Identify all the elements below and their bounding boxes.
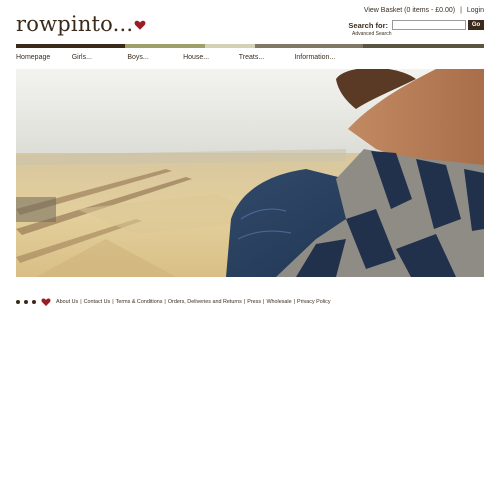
footer-link-about-us[interactable]: About Us (56, 299, 78, 305)
footer-separator: | (243, 299, 246, 305)
footer-link-press[interactable]: Press (247, 299, 261, 305)
color-bar-segment (363, 44, 484, 48)
footer-link-wholesale[interactable]: Wholesale (266, 299, 291, 305)
link-separator: | (460, 7, 462, 14)
color-bar-segment (125, 44, 205, 48)
login-link[interactable]: Login (467, 7, 484, 14)
footer-dot (16, 300, 20, 304)
color-bar-segment (255, 44, 363, 48)
view-basket-link[interactable]: View Basket (0 items - £0.00) (364, 7, 455, 14)
nav-item-girls[interactable]: Girls... (72, 53, 128, 63)
footer-link-privacy[interactable]: Privacy Policy (297, 299, 331, 305)
search-form: Search for: Go (348, 20, 484, 30)
decorative-color-bar (16, 44, 484, 48)
nav-item-homepage[interactable]: Homepage (16, 53, 72, 63)
footer-link-orders[interactable]: Orders, Deliveries and Returns (168, 299, 242, 305)
site-logo[interactable]: rowpinto... (16, 12, 146, 36)
footer-link-terms[interactable]: Terms & Conditions (116, 299, 163, 305)
nav-item-treats[interactable]: Treats... (239, 53, 295, 63)
search-input[interactable] (392, 20, 466, 30)
footer-separator: | (293, 299, 296, 305)
logo-text: rowpinto... (16, 12, 134, 36)
footer-separator: | (164, 299, 166, 305)
footer-link-contact-us[interactable]: Contact Us (84, 299, 111, 305)
nav-item-information[interactable]: Information... (294, 53, 350, 63)
hero-image[interactable] (16, 69, 484, 277)
advanced-search-link[interactable]: Advanced Search (352, 31, 391, 37)
heart-icon (134, 20, 146, 30)
footer-separator: | (263, 299, 265, 305)
main-nav: Homepage Girls... Boys... House... Treat… (16, 53, 484, 63)
go-button[interactable]: Go (468, 20, 484, 30)
heart-icon (41, 298, 51, 306)
footer-separator: | (80, 299, 82, 305)
footer-dot (24, 300, 28, 304)
account-links: View Basket (0 items - £0.00) | Login (364, 7, 484, 14)
search-label: Search for: (348, 20, 388, 30)
footer: About Us | Contact Us | Terms & Conditions | O… (16, 297, 331, 307)
color-bar-segment (205, 44, 255, 48)
hero-photo (16, 69, 484, 277)
footer-dot (32, 300, 36, 304)
footer-links: About Us | Contact Us | Terms & Conditions | O… (56, 299, 331, 305)
nav-item-boys[interactable]: Boys... (127, 53, 183, 63)
footer-separator: | (112, 299, 114, 305)
color-bar-segment (16, 44, 125, 48)
nav-item-house[interactable]: House... (183, 53, 239, 63)
